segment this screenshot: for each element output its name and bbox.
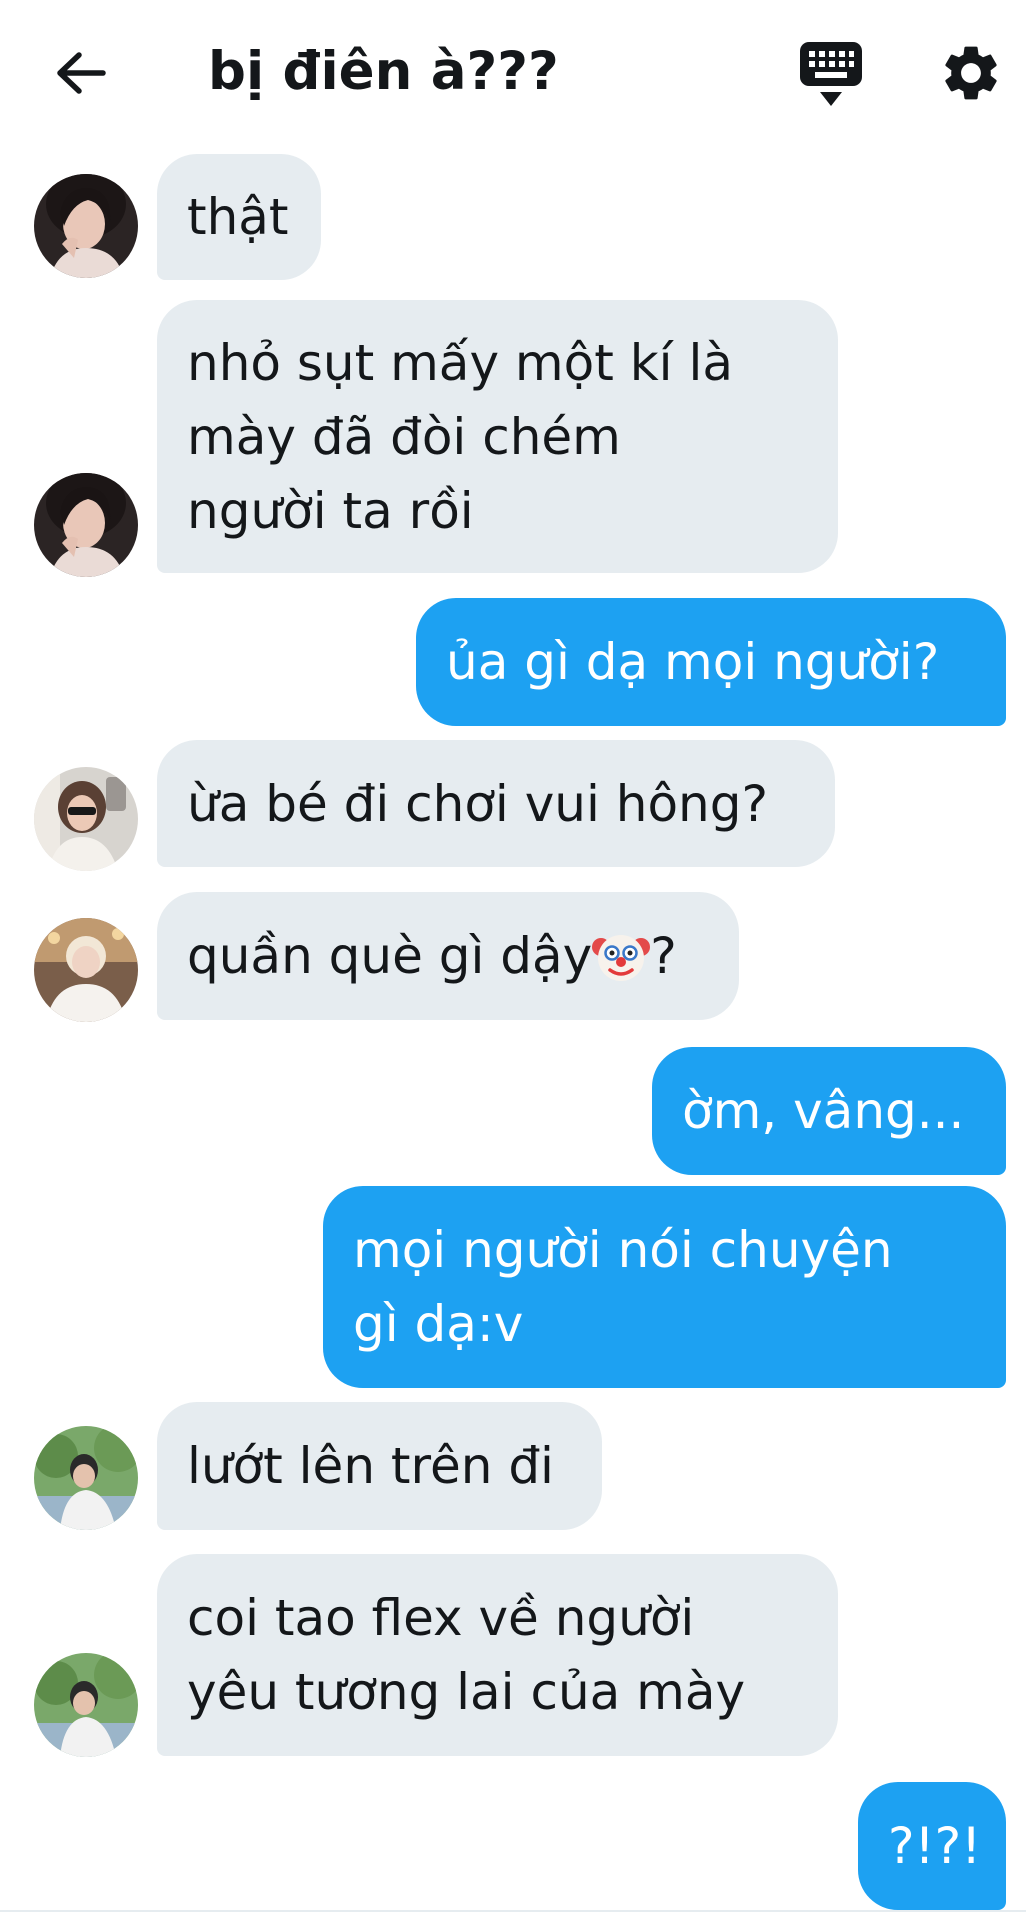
- conversation-title[interactable]: bị điên à???: [208, 34, 559, 110]
- message-bubble[interactable]: quần què gì dậy ?: [157, 892, 739, 1020]
- avatar[interactable]: [34, 1426, 138, 1530]
- settings-button[interactable]: [938, 40, 1004, 106]
- user-photo-icon: [34, 1426, 138, 1530]
- message-bubble[interactable]: ờm, vâng...: [652, 1047, 1006, 1175]
- message-bubble[interactable]: mọi người nói chuyện gì dạ:v: [323, 1186, 1006, 1388]
- keyboard-button[interactable]: [798, 40, 864, 110]
- message-text: quần què gì dậy: [187, 927, 593, 985]
- avatar[interactable]: [34, 1653, 138, 1757]
- arrow-left-icon: [57, 52, 106, 94]
- user-photo-icon: [34, 918, 138, 1022]
- user-photo-icon: [34, 767, 138, 871]
- avatar[interactable]: [34, 174, 138, 278]
- user-photo-icon: [34, 1653, 138, 1757]
- message-bubble[interactable]: thật: [157, 154, 321, 280]
- user-photo-icon: [34, 174, 138, 278]
- conversation-header: bị điên à???: [0, 0, 1026, 140]
- avatar[interactable]: [34, 918, 138, 1022]
- clown-face-emoji: [592, 935, 651, 981]
- message-bubble[interactable]: nhỏ sụt mấy một kí là mày đã đòi chém ng…: [157, 300, 838, 573]
- avatar[interactable]: [34, 767, 138, 871]
- message-bubble[interactable]: ừa bé đi chơi vui hông?: [157, 740, 835, 867]
- message-text: ?: [650, 927, 677, 985]
- message-bubble[interactable]: ?!?!: [858, 1782, 1006, 1910]
- user-photo-icon: [34, 473, 138, 577]
- message-bubble[interactable]: ủa gì dạ mọi người?: [416, 598, 1006, 726]
- divider: [0, 1910, 1026, 1912]
- gear-icon: [945, 46, 997, 100]
- keyboard-icon: [800, 42, 862, 106]
- message-bubble[interactable]: coi tao flex về người yêu tương lai của …: [157, 1554, 838, 1756]
- back-button[interactable]: [50, 42, 112, 104]
- message-bubble[interactable]: lướt lên trên đi: [157, 1402, 602, 1530]
- avatar[interactable]: [34, 473, 138, 577]
- message-list[interactable]: thật nhỏ sụt mấy một kí là mày đã đòi ch…: [0, 140, 1026, 1910]
